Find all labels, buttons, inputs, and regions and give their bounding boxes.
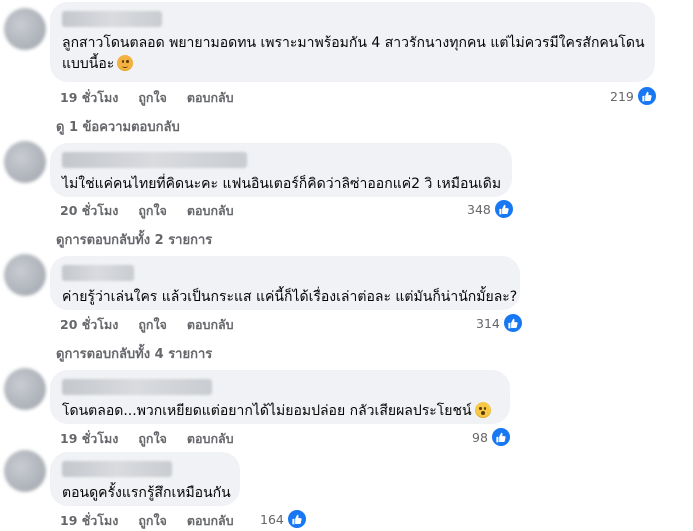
comment-bubble: ตอนดูครั้งแรกรู้สึกเหมือนกัน: [50, 452, 240, 506]
comment-bubble: ค่ายรู้ว่าเล่นใคร แล้วเป็นกระแส แค่นี้ก็…: [50, 256, 520, 310]
reaction-count: 164: [260, 511, 284, 527]
comment-bubble: ไม่ใช่แค่คนไทยที่คิดนะคะ แฟนอินเตอร์ก็คิ…: [50, 143, 512, 197]
reaction-summary[interactable]: 219: [610, 86, 657, 106]
comment-text-line-2: แบบนี้อะ: [62, 56, 115, 72]
like-button[interactable]: ถูกใจ: [138, 201, 167, 221]
comment-actions: 19 ชั่วโมง ถูกใจ ตอบกลับ: [60, 429, 234, 449]
timestamp[interactable]: 19 ชั่วโมง: [60, 511, 118, 531]
comment-actions: 20 ชั่วโมง ถูกใจ ตอบกลับ: [60, 315, 234, 335]
reply-button[interactable]: ตอบกลับ: [187, 88, 234, 108]
reply-button[interactable]: ตอบกลับ: [187, 429, 234, 449]
reaction-summary[interactable]: 98: [472, 427, 511, 447]
comment-bubble: โดนตลอด...พวกเหยียดแต่อยากได้ไม่ยอมปล่อย…: [50, 370, 510, 424]
thumbs-up-icon: [493, 199, 514, 219]
view-replies-link[interactable]: ดูการตอบกลับทั้ง 2 รายการ: [56, 229, 212, 250]
reaction-summary[interactable]: 314: [476, 313, 523, 333]
timestamp[interactable]: 19 ชั่วโมง: [60, 88, 118, 108]
reaction-count: 219: [610, 88, 634, 104]
comment-bubble: ลูกสาวโดนตลอด พยายามอดทน เพราะมาพร้อมกัน…: [50, 2, 655, 82]
avatar[interactable]: [4, 254, 46, 296]
comment-text: ค่ายรู้ว่าเล่นใคร แล้วเป็นกระแส แค่นี้ก็…: [62, 289, 518, 305]
reply-button[interactable]: ตอบกลับ: [187, 511, 234, 531]
comment-text-line-1: โดนตลอด...พวกเหยียดแต่อยากได้ไม่ยอมปล่อย…: [62, 403, 472, 419]
avatar[interactable]: [4, 8, 46, 50]
reaction-count: 348: [467, 201, 491, 217]
reply-button[interactable]: ตอบกลับ: [187, 315, 234, 335]
timestamp[interactable]: 20 ชั่วโมง: [60, 201, 118, 221]
comment-text: ลูกสาวโดนตลอด พยายามอดทน เพราะมาพร้อมกัน…: [62, 33, 645, 75]
comment-actions: 20 ชั่วโมง ถูกใจ ตอบกลับ: [60, 201, 234, 221]
comment-actions: 19 ชั่วโมง ถูกใจ ตอบกลับ: [60, 511, 234, 531]
like-button[interactable]: ถูกใจ: [138, 429, 167, 449]
reaction-summary[interactable]: 348: [467, 199, 514, 219]
commenter-name-redacted[interactable]: [62, 265, 134, 281]
timestamp[interactable]: 19 ชั่วโมง: [60, 429, 118, 449]
avatar[interactable]: [4, 450, 46, 492]
thumbs-up-icon: [636, 86, 657, 106]
commenter-name-redacted[interactable]: [62, 379, 212, 395]
comment-text-line-1: ลูกสาวโดนตลอด พยายามอดทน เพราะมาพร้อมกัน…: [62, 35, 645, 51]
reply-button[interactable]: ตอบกลับ: [187, 201, 234, 221]
avatar[interactable]: [4, 141, 46, 183]
shushing-face-emoji-icon: [474, 402, 491, 418]
comment-text: ตอนดูครั้งแรกรู้สึกเหมือนกัน: [62, 485, 231, 501]
comment-text: โดนตลอด...พวกเหยียดแต่อยากได้ไม่ยอมปล่อย…: [62, 401, 498, 422]
comment-actions: 19 ชั่วโมง ถูกใจ ตอบกลับ: [60, 88, 234, 108]
avatar[interactable]: [4, 368, 46, 410]
reaction-count: 98: [472, 429, 488, 445]
like-button[interactable]: ถูกใจ: [138, 511, 167, 531]
like-button[interactable]: ถูกใจ: [138, 315, 167, 335]
timestamp[interactable]: 20 ชั่วโมง: [60, 315, 118, 335]
thumbs-up-icon: [286, 509, 307, 529]
comment-text: ไม่ใช่แค่คนไทยที่คิดนะคะ แฟนอินเตอร์ก็คิ…: [62, 176, 502, 192]
view-replies-link[interactable]: ดูการตอบกลับทั้ง 4 รายการ: [56, 343, 212, 364]
commenter-name-redacted[interactable]: [62, 11, 162, 27]
reaction-summary[interactable]: 164: [260, 509, 307, 529]
commenter-name-redacted[interactable]: [62, 461, 172, 477]
reaction-count: 314: [476, 315, 500, 331]
like-button[interactable]: ถูกใจ: [138, 88, 167, 108]
sad-face-emoji-icon: [117, 55, 134, 71]
thumbs-up-icon: [490, 427, 511, 447]
commenter-name-redacted[interactable]: [62, 152, 247, 168]
view-replies-link[interactable]: ดู 1 ข้อความตอบกลับ: [56, 116, 180, 137]
thumbs-up-icon: [502, 313, 523, 333]
